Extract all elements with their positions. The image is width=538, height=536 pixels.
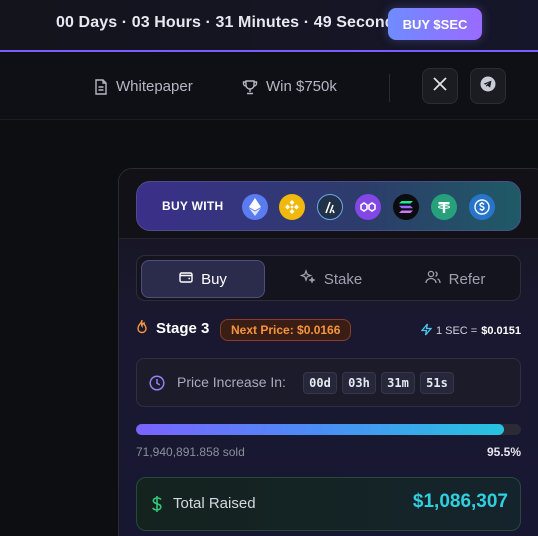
tether-icon[interactable]: [431, 194, 457, 220]
price-increase-label: Price Increase In:: [177, 374, 286, 390]
telegram-social-button[interactable]: [470, 68, 506, 104]
polygon-icon[interactable]: [355, 194, 381, 220]
sale-progress-bar: [136, 424, 521, 435]
timer-hours: 03h: [342, 372, 376, 394]
next-price-badge: Next Price: $0.0166: [220, 319, 352, 341]
buy-sec-button[interactable]: BUY $SEC: [388, 8, 482, 40]
arbitrum-icon[interactable]: [317, 194, 343, 220]
solana-icon[interactable]: [393, 194, 419, 220]
tokens-sold: 71,940,891.858 sold: [136, 445, 245, 459]
lightning-icon: [420, 323, 433, 339]
nav-win-label: Win $750k: [266, 78, 337, 95]
document-icon: [94, 78, 108, 95]
ethereum-icon[interactable]: [242, 194, 268, 220]
progress-percent: 95.5%: [486, 445, 521, 459]
total-raised-label: Total Raised: [173, 495, 256, 512]
countdown-text: 00 Days · 03 Hours · 31 Minutes · 49 Sec…: [56, 14, 404, 31]
stage-label: Stage 3: [156, 320, 210, 337]
bnb-icon[interactable]: [279, 194, 305, 220]
flame-icon: [136, 319, 148, 338]
action-tabs: Buy Stake Refer: [136, 255, 521, 301]
navbar: Whitepaper Win $750k: [0, 54, 538, 120]
wallet-icon: [179, 270, 193, 288]
sale-progress-fill: [136, 424, 504, 435]
timer-seconds: 51s: [420, 372, 454, 394]
tab-buy-label: Buy: [201, 270, 227, 288]
trophy-icon: [242, 79, 258, 95]
tab-refer-label: Refer: [448, 270, 486, 288]
telegram-icon: [480, 76, 496, 97]
buy-with-section: BUY WITH: [119, 169, 538, 239]
stage-indicator: Stage 3: [136, 319, 209, 338]
tab-buy[interactable]: Buy: [141, 260, 265, 298]
price-increase-box: Price Increase In: 00d 03h 31m 51s: [136, 358, 521, 407]
nav-whitepaper-label: Whitepaper: [116, 78, 193, 95]
buy-with-bar: BUY WITH: [136, 181, 521, 231]
total-raised-box: Total Raised $1,086,307: [136, 477, 521, 531]
x-social-button[interactable]: [422, 68, 458, 104]
timer-days: 00d: [303, 372, 337, 394]
usd-coin-icon[interactable]: [469, 194, 495, 220]
tab-stake-label: Stake: [323, 270, 363, 288]
x-icon: [433, 76, 447, 96]
rate-value: $0.0151: [481, 325, 521, 337]
tab-stake[interactable]: Stake: [269, 260, 393, 298]
clock-icon: [149, 375, 165, 396]
countdown-banner: 00 Days · 03 Hours · 31 Minutes · 49 Sec…: [0, 0, 538, 52]
timer-minutes: 31m: [381, 372, 415, 394]
tab-refer[interactable]: Refer: [393, 260, 517, 298]
users-icon: [425, 270, 441, 288]
token-rate: 1 SEC = $0.0151: [420, 323, 521, 339]
rate-prefix: 1 SEC =: [435, 325, 478, 337]
nav-win[interactable]: Win $750k: [242, 78, 337, 95]
presale-card: BUY WITH Buy Stake Refer Stage 3 Next Pr…: [118, 168, 538, 536]
total-raised-value: $1,086,307: [412, 491, 508, 512]
sparkles-icon: [299, 269, 316, 289]
nav-whitepaper[interactable]: Whitepaper: [94, 78, 193, 95]
nav-divider: [389, 74, 390, 102]
dollar-icon: [151, 495, 163, 518]
buy-with-label: BUY WITH: [162, 199, 224, 213]
